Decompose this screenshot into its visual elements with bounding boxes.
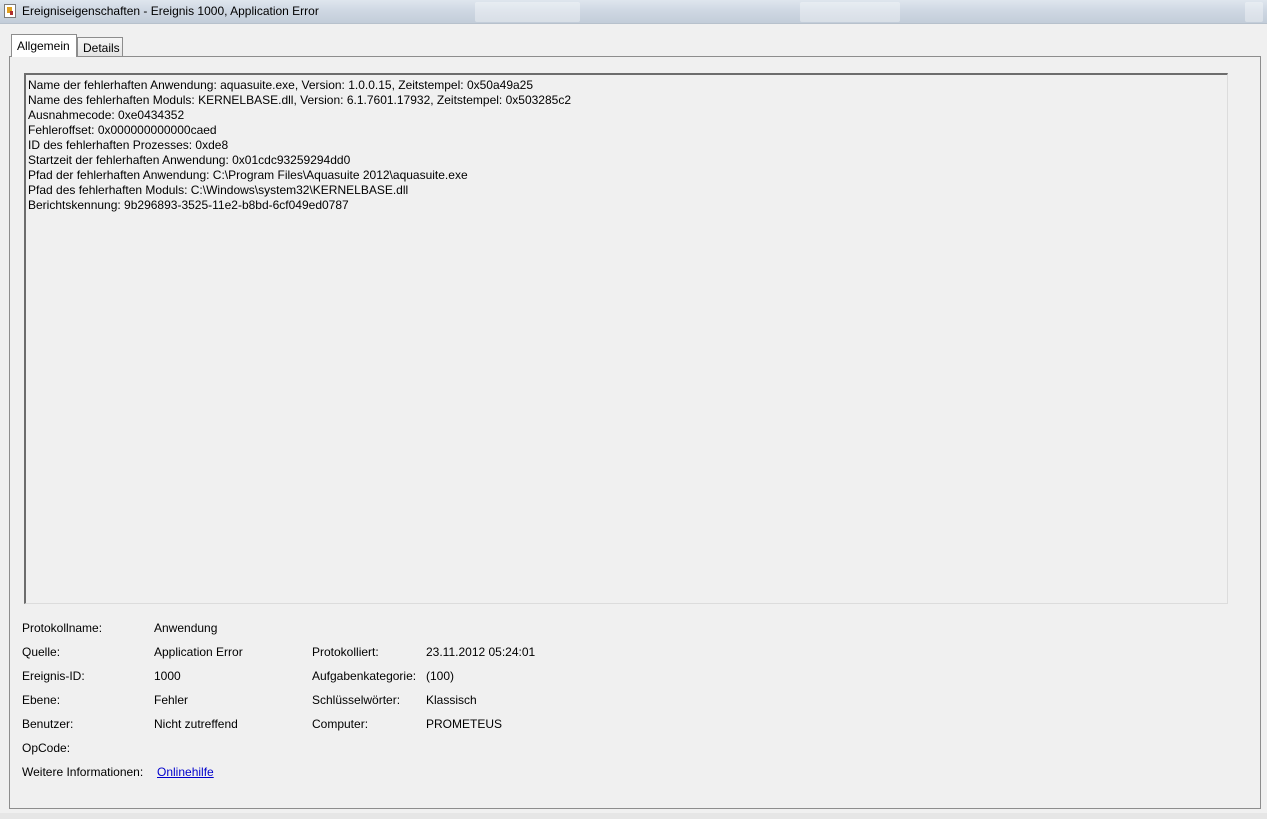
ereignis-id-label: Ereignis-ID: (22, 669, 85, 683)
tab-details[interactable]: Details (77, 37, 123, 57)
computer-value: PROMETEUS (426, 717, 503, 731)
description-line: Pfad der fehlerhaften Anwendung: C:\Prog… (28, 168, 468, 182)
title-bar-reflection (475, 2, 580, 22)
title-bar-reflection (800, 2, 900, 22)
description-line: Name der fehlerhaften Anwendung: aquasui… (28, 78, 534, 92)
quelle-label: Quelle: (22, 645, 61, 659)
tab-allgemein[interactable]: Allgemein (11, 34, 77, 57)
aufgabenkategorie-value: (100) (426, 669, 455, 683)
quelle-value: Application Error (154, 645, 243, 659)
window-title: Ereigniseigenschaften - Ereignis 1000, A… (22, 4, 319, 18)
title-bar-reflection (1245, 2, 1263, 22)
benutzer-value: Nicht zutreffend (154, 717, 238, 731)
protokolliert-value: 23.11.2012 05:24:01 (426, 645, 536, 659)
weitere-informationen-label: Weitere Informationen: (22, 765, 144, 779)
description-line: Ausnahmecode: 0xe0434352 (28, 108, 185, 122)
description-line: Berichtskennung: 9b296893-3525-11e2-b8bd… (28, 198, 349, 212)
ebene-value: Fehler (154, 693, 189, 707)
protokollname-value: Anwendung (154, 621, 218, 635)
protokollname-label: Protokollname: (22, 621, 103, 635)
ereignis-id-value: 1000 (154, 669, 181, 683)
protokolliert-label: Protokolliert: (312, 645, 379, 659)
window-bottom-edge (0, 813, 1267, 819)
event-viewer-icon (4, 4, 16, 18)
onlinehilfe-link[interactable]: Onlinehilfe (157, 765, 214, 779)
title-bar[interactable]: Ereigniseigenschaften - Ereignis 1000, A… (0, 0, 1267, 24)
tab-label: Details (83, 41, 120, 55)
schluesselwoerter-label: Schlüsselwörter: (312, 693, 401, 707)
description-line: ID des fehlerhaften Prozesses: 0xde8 (28, 138, 229, 152)
opcode-label: OpCode: (22, 741, 71, 755)
event-description-box[interactable]: Name der fehlerhaften Anwendung: aquasui… (24, 73, 1228, 604)
aufgabenkategorie-label: Aufgabenkategorie: (312, 669, 417, 683)
ebene-label: Ebene: (22, 693, 61, 707)
tab-label: Allgemein (17, 39, 70, 53)
description-line: Name des fehlerhaften Moduls: KERNELBASE… (28, 93, 571, 107)
description-line: Startzeit der fehlerhaften Anwendung: 0x… (28, 153, 351, 167)
benutzer-label: Benutzer: (22, 717, 74, 731)
schluesselwoerter-value: Klassisch (426, 693, 477, 707)
description-line: Fehleroffset: 0x000000000000caed (28, 123, 217, 137)
description-line: Pfad des fehlerhaften Moduls: C:\Windows… (28, 183, 409, 197)
computer-label: Computer: (312, 717, 369, 731)
